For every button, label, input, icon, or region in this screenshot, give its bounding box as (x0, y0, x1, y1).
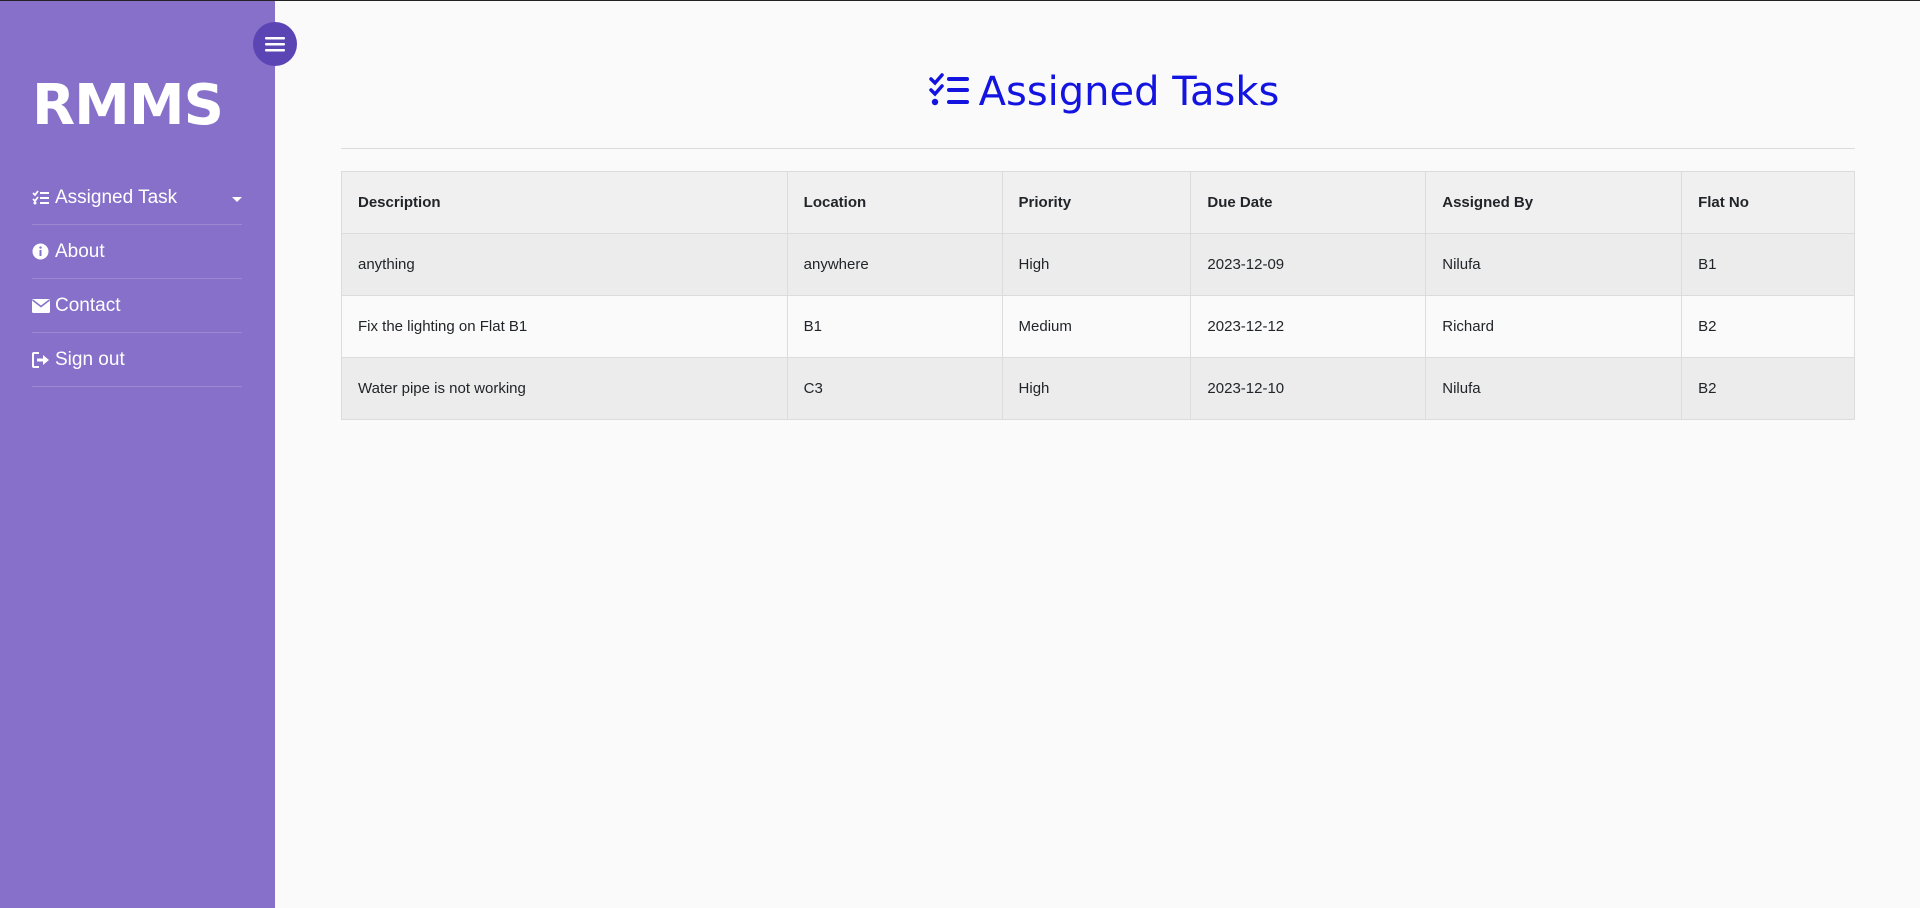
column-header-description: Description (341, 171, 788, 234)
sidebar-item-label: Contact (55, 294, 121, 316)
sidebar-toggle-button[interactable] (253, 22, 297, 66)
sidebar-item-sign-out[interactable]: Sign out (32, 333, 242, 387)
brand-logo[interactable]: RMMS (32, 73, 224, 138)
cell-location: anywhere (786, 233, 1003, 296)
sidebar: RMMS Assigned Task About Contact Sign ou… (0, 1, 275, 908)
hamburger-icon (265, 36, 285, 52)
page-title: Assigned Tasks (978, 69, 1280, 115)
table-header-row: Description Location Priority Due Date A… (341, 171, 1855, 234)
sign-out-icon (32, 351, 54, 368)
cell-location: B1 (786, 295, 1003, 358)
envelope-icon (32, 298, 54, 313)
table-row[interactable]: anything anywhere High 2023-12-09 Nilufa… (341, 233, 1855, 296)
cell-flat-no: B2 (1681, 357, 1855, 420)
column-header-flat-no: Flat No (1681, 171, 1855, 234)
sidebar-nav: Assigned Task About Contact Sign out (32, 171, 242, 387)
sidebar-item-contact[interactable]: Contact (32, 279, 242, 333)
table-row[interactable]: Fix the lighting on Flat B1 B1 Medium 20… (341, 295, 1855, 358)
sidebar-item-label: About (55, 240, 105, 262)
main-content: Assigned Tasks Description Location Prio… (275, 1, 1920, 908)
info-circle-icon (32, 243, 54, 260)
column-header-priority: Priority (1001, 171, 1192, 234)
tasks-table: Description Location Priority Due Date A… (341, 171, 1855, 420)
cell-assigned-by: Nilufa (1425, 357, 1683, 420)
list-check-icon (32, 190, 54, 205)
cell-due-date: 2023-12-09 (1190, 233, 1427, 296)
list-check-icon (928, 72, 969, 112)
cell-due-date: 2023-12-12 (1190, 295, 1427, 358)
column-header-assigned-by: Assigned By (1425, 171, 1683, 234)
cell-assigned-by: Nilufa (1425, 233, 1683, 296)
cell-due-date: 2023-12-10 (1190, 357, 1427, 420)
table-row[interactable]: Water pipe is not working C3 High 2023-1… (341, 357, 1855, 420)
column-header-due-date: Due Date (1190, 171, 1427, 234)
cell-priority: High (1001, 233, 1192, 296)
cell-flat-no: B2 (1681, 295, 1855, 358)
page-header: Assigned Tasks (341, 69, 1855, 149)
cell-description: Water pipe is not working (341, 357, 788, 420)
sidebar-item-label: Sign out (55, 348, 125, 370)
sidebar-item-about[interactable]: About (32, 225, 242, 279)
caret-down-icon (232, 187, 242, 209)
cell-description: anything (341, 233, 788, 296)
cell-assigned-by: Richard (1425, 295, 1683, 358)
column-header-location: Location (786, 171, 1003, 234)
cell-location: C3 (786, 357, 1003, 420)
sidebar-item-label: Assigned Task (55, 186, 178, 208)
sidebar-item-assigned-task[interactable]: Assigned Task (32, 171, 242, 225)
cell-priority: High (1001, 357, 1192, 420)
cell-flat-no: B1 (1681, 233, 1855, 296)
cell-description: Fix the lighting on Flat B1 (341, 295, 788, 358)
cell-priority: Medium (1001, 295, 1192, 358)
